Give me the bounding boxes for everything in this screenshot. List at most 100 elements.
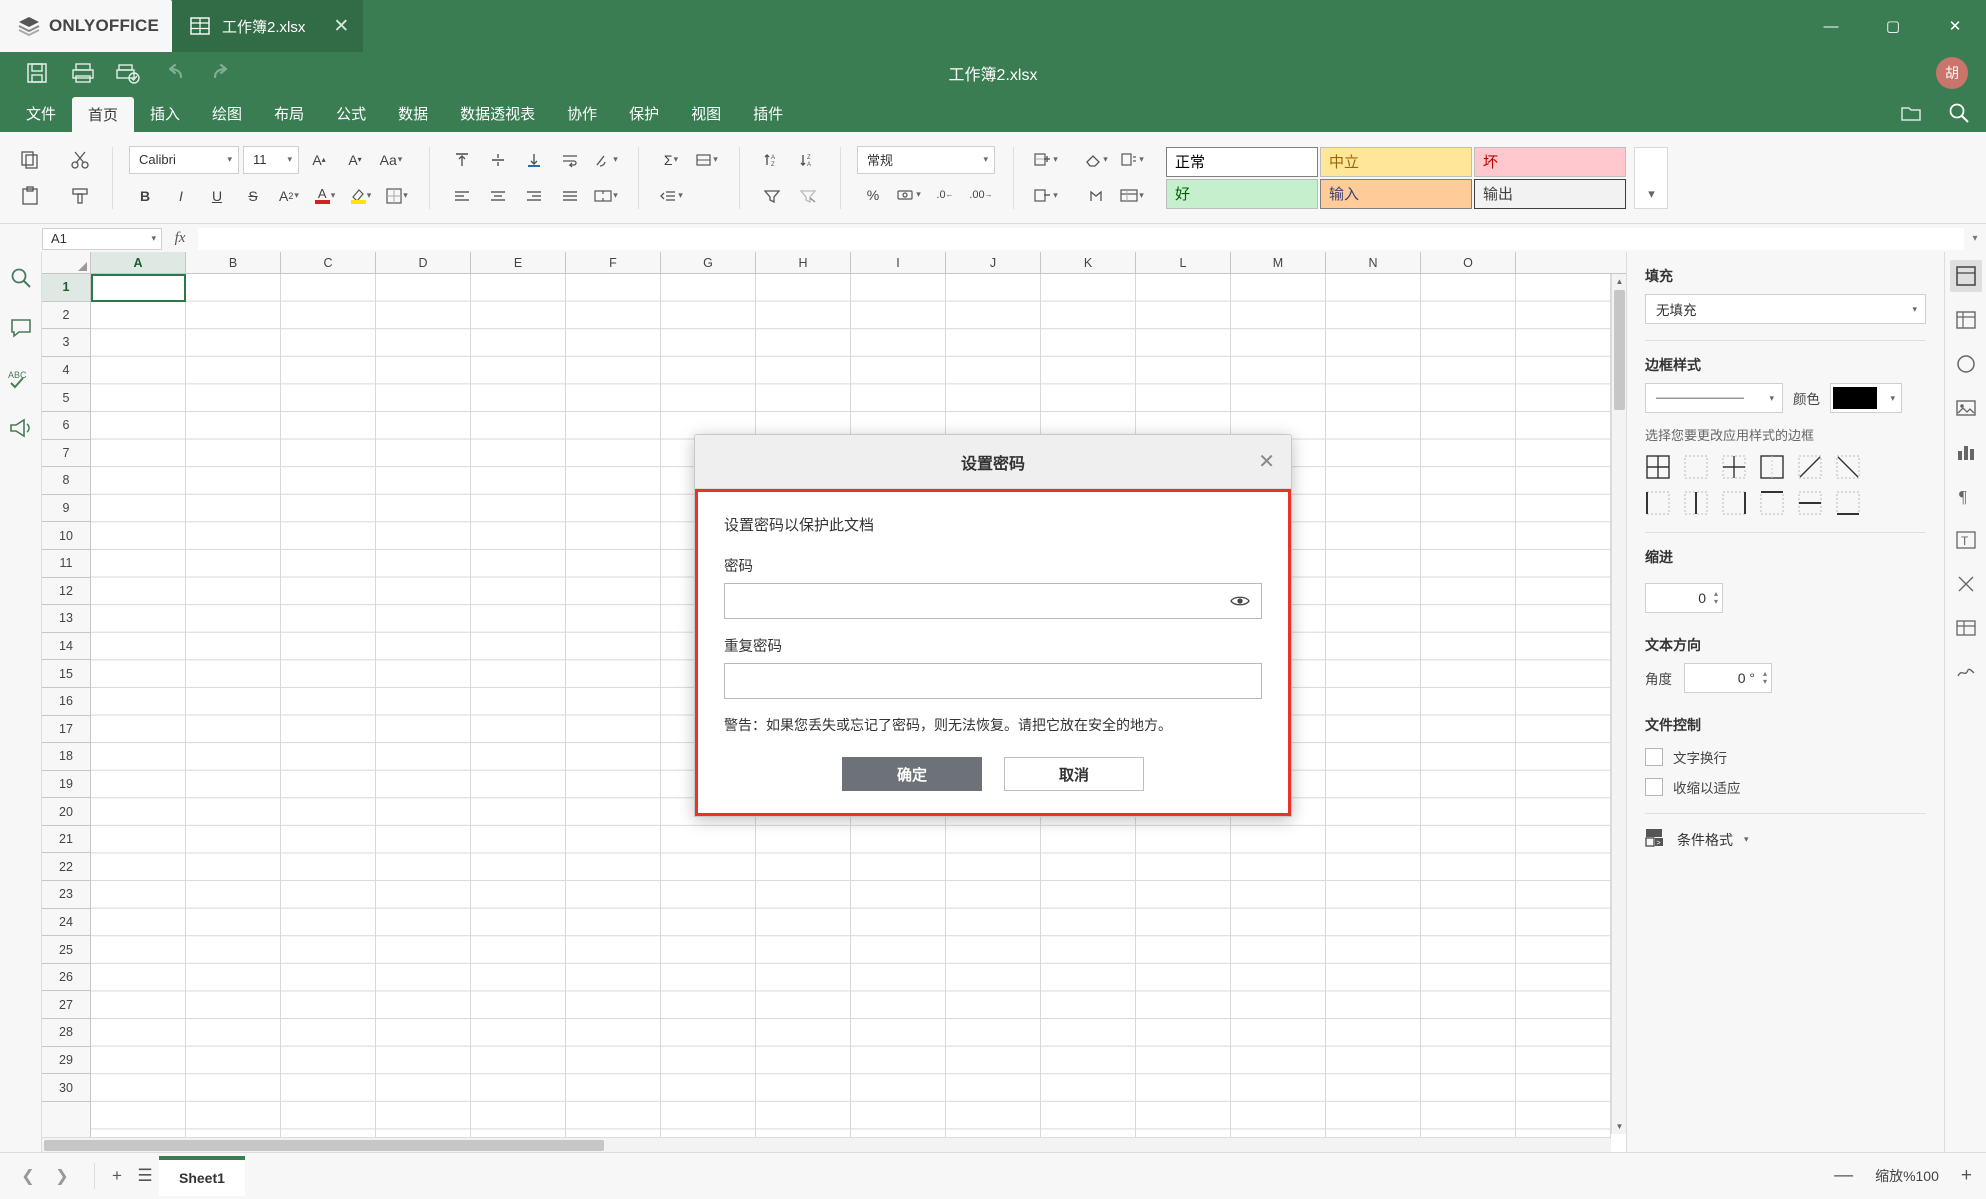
column-header-A[interactable]: A (91, 252, 186, 273)
border-top-icon[interactable] (1759, 490, 1785, 516)
currency-format-icon[interactable]: ▾ (893, 180, 925, 210)
borders-icon[interactable]: ▾ (381, 181, 413, 211)
tab-draw[interactable]: 绘图 (196, 94, 258, 132)
tab-file[interactable]: 文件 (10, 94, 72, 132)
row-header-11[interactable]: 11 (42, 550, 90, 578)
vertical-scrollbar[interactable]: ▲ ▼ (1611, 274, 1626, 1134)
decrease-decimal-icon[interactable]: .0 ← (929, 180, 961, 210)
align-right-icon[interactable] (518, 181, 550, 211)
tab-protection[interactable]: 保护 (613, 94, 675, 132)
tab-collaboration[interactable]: 协作 (551, 94, 613, 132)
ok-button[interactable]: 确定 (842, 757, 982, 791)
feedback-icon[interactable] (5, 412, 37, 444)
bold-icon[interactable]: B (129, 181, 161, 211)
close-window-button[interactable]: ✕ (1924, 0, 1986, 52)
column-header-E[interactable]: E (471, 252, 566, 273)
horizontal-scrollbar[interactable] (42, 1137, 1611, 1152)
align-left-icon[interactable] (446, 181, 478, 211)
maximize-button[interactable]: ▢ (1862, 0, 1924, 52)
sort-ascending-icon[interactable]: AZ (756, 145, 788, 175)
tab-layout[interactable]: 布局 (258, 94, 320, 132)
minimize-button[interactable]: — (1800, 0, 1862, 52)
border-outer-icon[interactable] (1759, 454, 1785, 480)
row-header-10[interactable]: 10 (42, 522, 90, 550)
underline-icon[interactable]: U (201, 181, 233, 211)
conditional-format-button[interactable]: > 条件格式 ▾ (1645, 828, 1926, 851)
wrap-text-icon[interactable] (554, 145, 586, 175)
save-icon[interactable] (14, 56, 60, 90)
number-format-select[interactable]: 常规 ▾ (857, 145, 995, 174)
select-all-corner[interactable] (42, 252, 91, 273)
formula-input[interactable] (198, 227, 1964, 250)
tab-data[interactable]: 数据 (382, 94, 444, 132)
scroll-down-icon[interactable]: ▼ (1612, 1119, 1627, 1134)
row-header-16[interactable]: 16 (42, 688, 90, 716)
paragraph-settings-icon[interactable]: ¶ (1950, 480, 1982, 512)
format-painter-icon[interactable] (64, 181, 96, 211)
fill-type-select[interactable]: 无填充 ▾ (1645, 294, 1926, 324)
document-tab[interactable]: 工作簿2.xlsx ✕ (172, 0, 364, 52)
quick-print-icon[interactable] (106, 56, 152, 90)
border-bottom-icon[interactable] (1835, 490, 1861, 516)
increase-decimal-icon[interactable]: .00 → (965, 180, 997, 210)
sort-descending-icon[interactable]: ZA (792, 145, 824, 175)
cancel-button[interactable]: 取消 (1004, 757, 1144, 791)
signature-settings-icon[interactable] (1950, 656, 1982, 688)
open-file-location-icon[interactable] (1894, 96, 1928, 130)
border-inner-icon[interactable] (1721, 454, 1747, 480)
cell-style-normal[interactable]: 正常 (1166, 146, 1318, 177)
cell-settings-icon[interactable] (1949, 260, 1982, 292)
previous-sheet-icon[interactable]: ❮ (14, 1162, 42, 1190)
column-header-D[interactable]: D (376, 252, 471, 273)
column-header-L[interactable]: L (1136, 252, 1231, 273)
tab-pivot-table[interactable]: 数据透视表 (444, 94, 551, 132)
insert-function-icon[interactable]: fx (162, 230, 198, 247)
border-all-icon[interactable] (1645, 454, 1671, 480)
merge-cells-icon[interactable]: ▾ (590, 181, 622, 211)
table-settings-icon[interactable] (1950, 304, 1982, 336)
cell-style-neutral[interactable]: 中立 (1320, 146, 1472, 177)
column-header-B[interactable]: B (186, 252, 281, 273)
table-format-icon[interactable]: ▾ (1116, 181, 1148, 211)
font-size-select[interactable]: 11 ▾ (243, 145, 299, 174)
text-orientation-icon[interactable]: ▾ (590, 145, 622, 175)
redo-icon[interactable] (198, 56, 244, 90)
increase-font-size-icon[interactable]: A ▴ (303, 145, 335, 175)
fill-series-icon[interactable]: ▾ (691, 145, 723, 175)
undo-icon[interactable] (152, 56, 198, 90)
change-case-icon[interactable]: Aa ▾ (375, 145, 407, 175)
column-header-J[interactable]: J (946, 252, 1041, 273)
chart-settings-icon[interactable] (1950, 436, 1982, 468)
zoom-in-button[interactable]: + (1961, 1165, 1972, 1187)
cell-style-output[interactable]: 输出 (1474, 178, 1626, 209)
row-header-15[interactable]: 15 (42, 660, 90, 688)
row-header-4[interactable]: 4 (42, 357, 90, 385)
vertical-scroll-thumb[interactable] (1614, 290, 1625, 410)
row-header-6[interactable]: 6 (42, 412, 90, 440)
border-color-picker[interactable]: ▾ (1830, 383, 1902, 413)
border-diagonal-up-icon[interactable] (1797, 454, 1823, 480)
named-range-icon[interactable] (1080, 181, 1112, 211)
shrink-to-fit-checkbox[interactable] (1645, 778, 1663, 796)
row-header-1[interactable]: 1 (42, 274, 90, 302)
tab-home[interactable]: 首页 (72, 97, 135, 132)
copy-style-icon[interactable]: ▾ (1116, 145, 1148, 175)
row-header-18[interactable]: 18 (42, 743, 90, 771)
border-vertical-center-icon[interactable] (1683, 490, 1709, 516)
search-icon[interactable] (5, 262, 37, 294)
column-header-I[interactable]: I (851, 252, 946, 273)
align-middle-icon[interactable] (482, 145, 514, 175)
subscript-icon[interactable]: A 2 ▾ (273, 181, 305, 211)
cell-style-good[interactable]: 好 (1166, 178, 1318, 209)
add-sheet-button[interactable]: + (103, 1162, 131, 1190)
row-header-8[interactable]: 8 (42, 467, 90, 495)
sheet-list-button[interactable]: ☰ (131, 1162, 159, 1190)
row-header-7[interactable]: 7 (42, 440, 90, 468)
row-header-13[interactable]: 13 (42, 605, 90, 633)
print-icon[interactable] (60, 56, 106, 90)
wrap-text-checkbox[interactable] (1645, 748, 1663, 766)
pivot-settings-icon[interactable] (1950, 612, 1982, 644)
cell-style-bad[interactable]: 坏 (1474, 146, 1626, 177)
tab-plugins[interactable]: 插件 (737, 94, 799, 132)
italic-icon[interactable]: I (165, 181, 197, 211)
